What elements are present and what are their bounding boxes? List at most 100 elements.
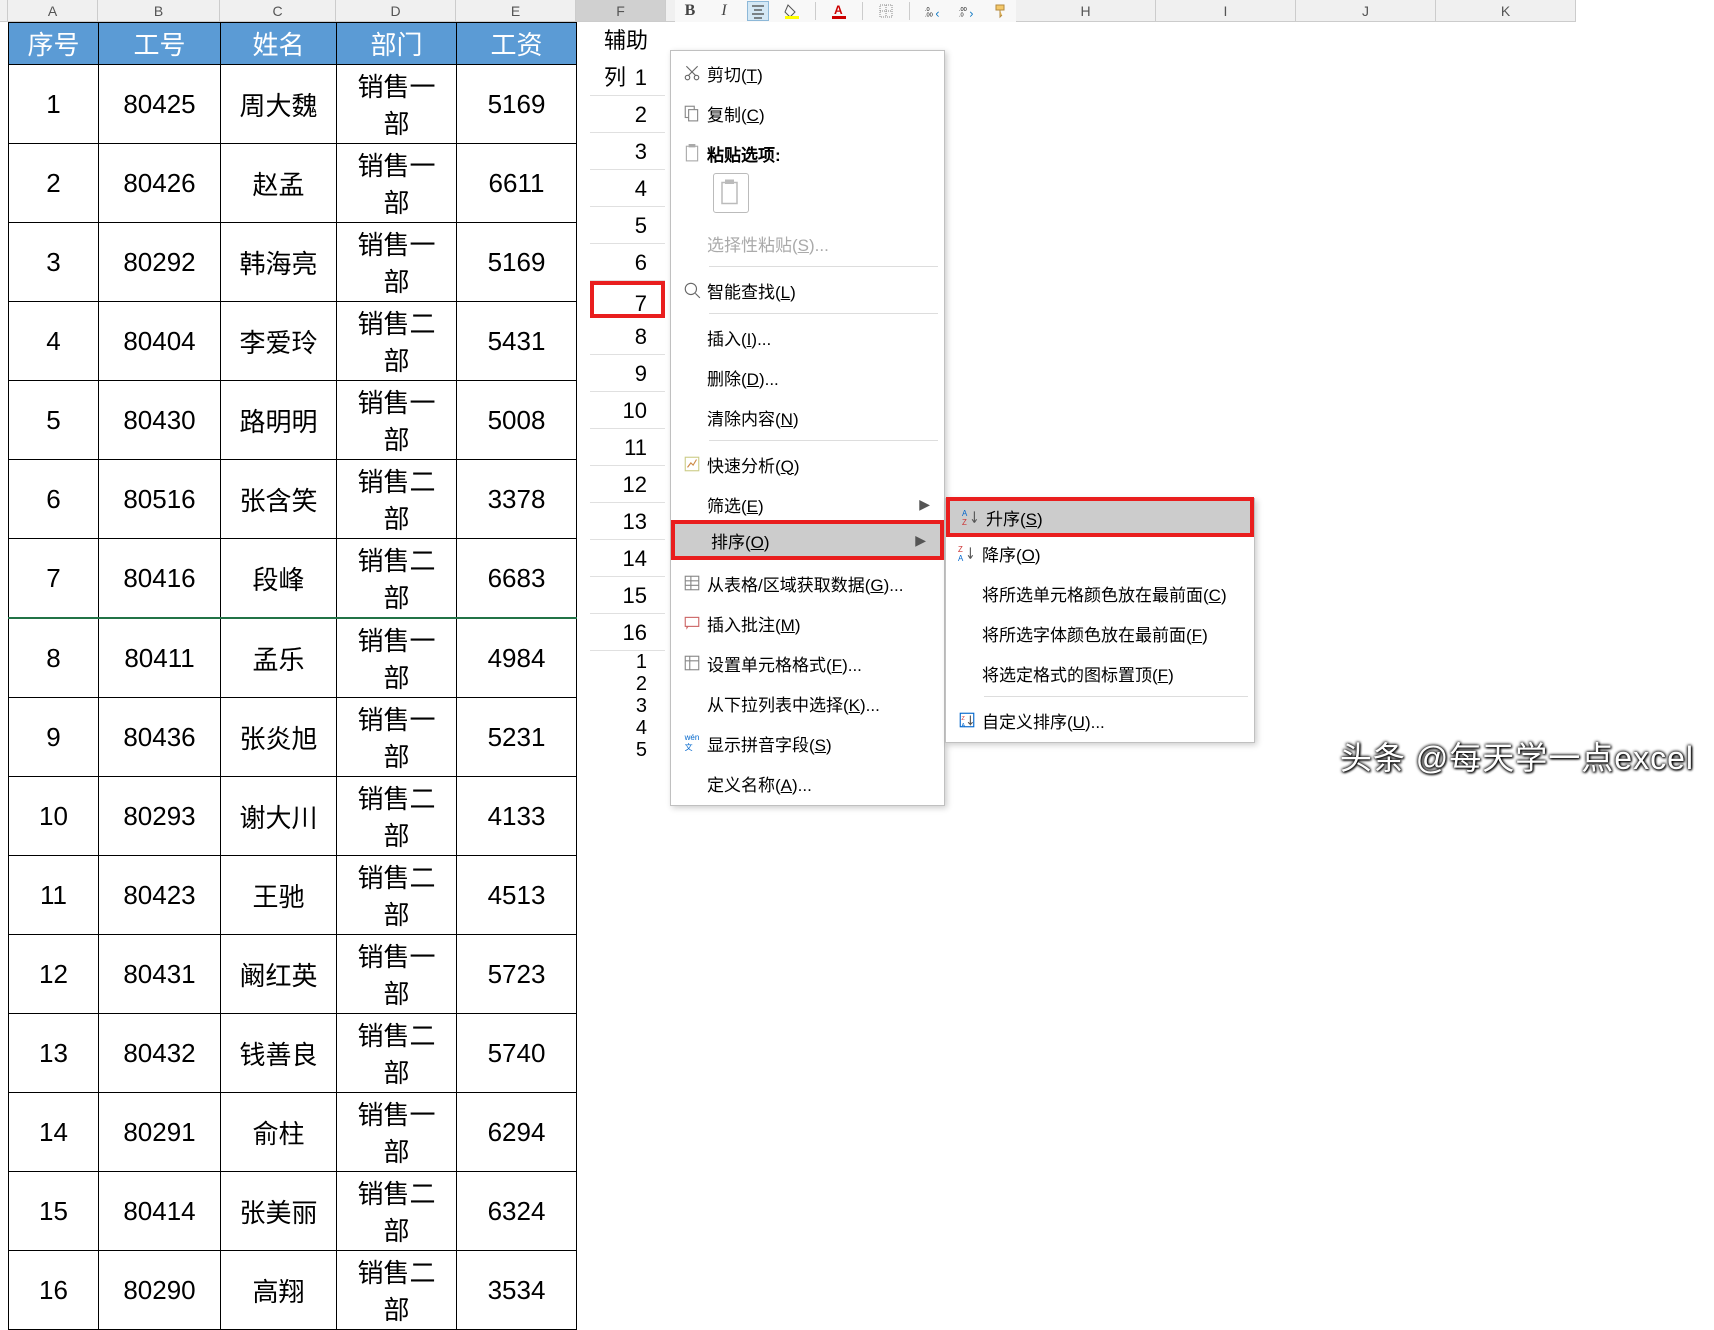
cell[interactable]: 钱善良 <box>221 1014 337 1093</box>
font-color-button[interactable]: A <box>828 1 850 21</box>
cell[interactable]: 销售一部 <box>337 1093 457 1172</box>
menu-insert-comment[interactable]: 插入批注(M) <box>671 603 944 643</box>
cell[interactable]: 80292 <box>99 223 221 302</box>
helper-value[interactable]: 8 <box>590 318 665 355</box>
table-row[interactable]: 180425周大魏销售一部5169 <box>9 65 577 144</box>
cell[interactable]: 80293 <box>99 777 221 856</box>
submenu-icon-top[interactable]: 将选定格式的图标置顶(F) <box>946 653 1254 693</box>
cell[interactable]: 高翔 <box>221 1251 337 1330</box>
helper-value[interactable]: 5 <box>590 207 665 244</box>
cell[interactable]: 销售一部 <box>337 618 457 698</box>
cell[interactable]: 80436 <box>99 698 221 777</box>
cell[interactable]: 销售一部 <box>337 381 457 460</box>
col-header-a[interactable]: A <box>8 0 98 22</box>
cell[interactable]: 李爱玲 <box>221 302 337 381</box>
cell[interactable]: 2 <box>9 144 99 223</box>
menu-copy[interactable]: 复制(C) <box>671 93 944 133</box>
cell[interactable]: 80425 <box>99 65 221 144</box>
cell[interactable]: 80416 <box>99 539 221 619</box>
italic-button[interactable]: I <box>713 1 735 21</box>
helper-value[interactable]: 16 <box>590 614 665 651</box>
cell[interactable]: 销售一部 <box>337 698 457 777</box>
cell[interactable]: 张炎旭 <box>221 698 337 777</box>
menu-sort[interactable]: 排序(O) ▶ <box>671 520 944 560</box>
helper-value[interactable]: 14 <box>590 540 665 577</box>
helper-value[interactable]: 10 <box>590 392 665 429</box>
fill-color-button[interactable] <box>781 1 803 21</box>
cell[interactable]: 12 <box>9 935 99 1014</box>
submenu-sort-desc[interactable]: ZA 降序(O) <box>946 533 1254 573</box>
cell[interactable]: 张含笑 <box>221 460 337 539</box>
cell[interactable]: 销售二部 <box>337 302 457 381</box>
col-header-f[interactable]: F <box>576 0 666 22</box>
cell[interactable]: 80431 <box>99 935 221 1014</box>
cell[interactable]: 销售二部 <box>337 1251 457 1330</box>
helper-value[interactable]: 1 <box>590 59 665 96</box>
cell[interactable]: 销售二部 <box>337 539 457 619</box>
cell[interactable]: 80411 <box>99 618 221 698</box>
helper-tail-value[interactable]: 3 <box>590 695 665 717</box>
menu-format-cells[interactable]: 设置单元格格式(F)... <box>671 643 944 683</box>
cell[interactable]: 13 <box>9 1014 99 1093</box>
col-header-h[interactable]: H <box>1016 0 1156 22</box>
bold-button[interactable]: B <box>679 1 701 21</box>
table-row[interactable]: 1080293谢大川销售二部4133 <box>9 777 577 856</box>
header-seq[interactable]: 序号 <box>9 23 99 65</box>
cell[interactable]: 16 <box>9 1251 99 1330</box>
cell[interactable]: 1 <box>9 65 99 144</box>
table-row[interactable]: 580430路明明销售一部5008 <box>9 381 577 460</box>
menu-filter[interactable]: 筛选(E) ▶ <box>671 484 944 524</box>
table-row[interactable]: 680516张含笑销售二部3378 <box>9 460 577 539</box>
align-center-button[interactable] <box>747 1 769 21</box>
cell[interactable]: 销售一部 <box>337 935 457 1014</box>
menu-show-pinyin[interactable]: wén文 显示拼音字段(S) <box>671 723 944 763</box>
borders-button[interactable] <box>875 1 897 21</box>
table-row[interactable]: 1480291俞柱销售一部6294 <box>9 1093 577 1172</box>
helper-value[interactable]: 15 <box>590 577 665 614</box>
cell[interactable]: 5231 <box>457 698 577 777</box>
table-row[interactable]: 1680290高翔销售二部3534 <box>9 1251 577 1330</box>
cell[interactable]: 销售二部 <box>337 856 457 935</box>
table-row[interactable]: 280426赵孟销售一部6611 <box>9 144 577 223</box>
helper-tail-value[interactable]: 4 <box>590 717 665 739</box>
col-header-b[interactable]: B <box>98 0 220 22</box>
decrease-decimal-button[interactable]: .00.0 <box>956 1 978 21</box>
helper-tail-value[interactable]: 2 <box>590 673 665 695</box>
cell[interactable]: 80291 <box>99 1093 221 1172</box>
helper-value[interactable]: 13 <box>590 503 665 540</box>
cell[interactable]: 80432 <box>99 1014 221 1093</box>
cell[interactable]: 14 <box>9 1093 99 1172</box>
cell[interactable]: 80430 <box>99 381 221 460</box>
table-row[interactable]: 1280431阚红英销售一部5723 <box>9 935 577 1014</box>
submenu-font-color-top[interactable]: 将所选字体颜色放在最前面(F) <box>946 613 1254 653</box>
cell[interactable]: 销售一部 <box>337 144 457 223</box>
helper-value[interactable]: 2 <box>590 96 665 133</box>
menu-paste-button[interactable] <box>671 173 944 223</box>
cell[interactable]: 5 <box>9 381 99 460</box>
cell[interactable]: 4513 <box>457 856 577 935</box>
cell[interactable]: 6324 <box>457 1172 577 1251</box>
cell[interactable]: 销售二部 <box>337 460 457 539</box>
table-row[interactable]: 880411孟乐销售一部4984 <box>9 618 577 698</box>
table-row[interactable]: 480404李爱玲销售二部5431 <box>9 302 577 381</box>
submenu-sort-asc[interactable]: AZ 升序(S) <box>946 497 1254 537</box>
helper-tail-value[interactable]: 1 <box>590 651 665 673</box>
cell[interactable]: 孟乐 <box>221 618 337 698</box>
helper-label[interactable]: 辅助列 <box>590 22 665 59</box>
cell[interactable]: 6294 <box>457 1093 577 1172</box>
cell[interactable]: 80423 <box>99 856 221 935</box>
table-row[interactable]: 980436张炎旭销售一部5231 <box>9 698 577 777</box>
cell[interactable]: 4 <box>9 302 99 381</box>
helper-value[interactable]: 6 <box>590 244 665 281</box>
menu-delete[interactable]: 删除(D)... <box>671 357 944 397</box>
cell[interactable]: 11 <box>9 856 99 935</box>
cell[interactable]: 俞柱 <box>221 1093 337 1172</box>
submenu-custom-sort[interactable]: ZA 自定义排序(U)... <box>946 700 1254 740</box>
cell[interactable]: 销售二部 <box>337 1014 457 1093</box>
header-emp[interactable]: 工号 <box>99 23 221 65</box>
cell[interactable]: 6683 <box>457 539 577 619</box>
helper-value[interactable]: 4 <box>590 170 665 207</box>
cell[interactable]: 8 <box>9 618 99 698</box>
cell[interactable]: 80404 <box>99 302 221 381</box>
cell[interactable]: 3378 <box>457 460 577 539</box>
